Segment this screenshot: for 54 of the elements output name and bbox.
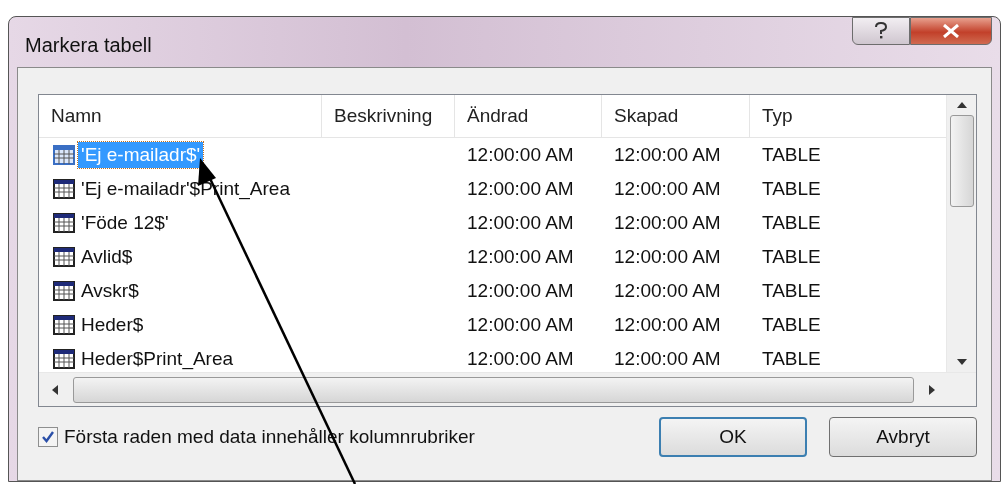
- table-cell: 12:00:00 AM: [614, 212, 721, 234]
- column-header[interactable]: Beskrivning: [322, 95, 455, 137]
- table-name[interactable]: Heder$: [78, 312, 147, 338]
- table-cell: 12:00:00 AM: [614, 314, 721, 336]
- down-arrow-icon: [955, 358, 968, 366]
- scroll-thumb[interactable]: [949, 115, 974, 207]
- table-cell: 12:00:00 AM: [467, 144, 574, 166]
- table-cell: TABLE: [762, 280, 821, 302]
- close-button[interactable]: [910, 17, 992, 45]
- help-icon: [874, 22, 888, 40]
- column-header[interactable]: Ändrad: [455, 95, 602, 137]
- window-title: Markera tabell: [24, 32, 152, 57]
- table-cell: 12:00:00 AM: [614, 348, 721, 370]
- cancel-button[interactable]: Avbryt: [829, 417, 977, 457]
- ok-button[interactable]: OK: [659, 417, 807, 457]
- table-name[interactable]: 'Föde 12$': [78, 210, 172, 236]
- table-cell: 12:00:00 AM: [614, 280, 721, 302]
- up-arrow-icon: [955, 101, 968, 109]
- table-cell: 12:00:00 AM: [614, 246, 721, 268]
- horizontal-scrollbar[interactable]: [39, 372, 976, 406]
- vertical-scrollbar[interactable]: [946, 95, 976, 372]
- help-button[interactable]: [852, 17, 910, 45]
- table-cell: TABLE: [762, 246, 821, 268]
- table-icon: [53, 213, 75, 233]
- table-cell: 12:00:00 AM: [614, 144, 721, 166]
- table-cell: TABLE: [762, 212, 821, 234]
- table-icon: [53, 247, 75, 267]
- table-cell: TABLE: [762, 348, 821, 370]
- column-header[interactable]: Skapad: [602, 95, 750, 137]
- table-icon: [53, 349, 75, 369]
- table-cell: 12:00:00 AM: [467, 212, 574, 234]
- table-icon: [53, 315, 75, 335]
- table-name[interactable]: Heder$Print_Area: [78, 346, 237, 372]
- table-cell: TABLE: [762, 144, 821, 166]
- left-arrow-icon: [51, 383, 59, 396]
- table-cell: 12:00:00 AM: [614, 178, 721, 200]
- close-icon: [942, 24, 960, 38]
- table-icon: [53, 145, 75, 165]
- table-cell: TABLE: [762, 178, 821, 200]
- scroll-thumb[interactable]: [73, 376, 914, 403]
- column-header[interactable]: Typ: [750, 95, 946, 137]
- column-header[interactable]: Namn: [39, 95, 322, 137]
- table-cell: 12:00:00 AM: [467, 280, 574, 302]
- table-name[interactable]: Avskr$: [78, 278, 142, 304]
- table-icon: [53, 281, 75, 301]
- table-cell: 12:00:00 AM: [467, 246, 574, 268]
- table-icon: [53, 179, 75, 199]
- table-cell: TABLE: [762, 314, 821, 336]
- table-cell: 12:00:00 AM: [467, 314, 574, 336]
- checkbox[interactable]: [38, 427, 58, 447]
- table-name[interactable]: Avlid$: [78, 244, 136, 270]
- right-arrow-icon: [928, 383, 936, 396]
- table-cell: 12:00:00 AM: [467, 178, 574, 200]
- table-cell: 12:00:00 AM: [467, 348, 574, 370]
